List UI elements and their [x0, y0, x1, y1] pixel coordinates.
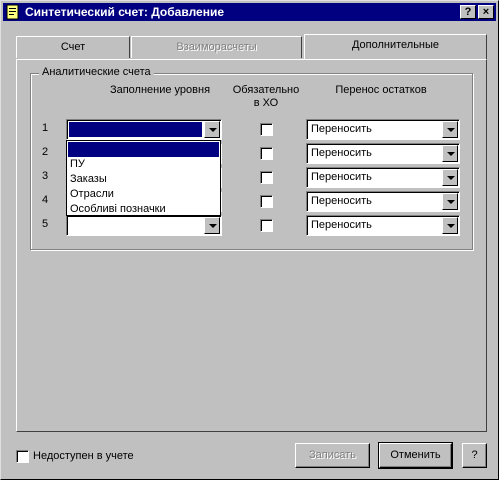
row-number: 1: [42, 122, 49, 134]
dropdown-option[interactable]: [68, 142, 219, 157]
dropdown-option[interactable]: Заказы: [68, 172, 219, 187]
chevron-down-icon[interactable]: [442, 193, 458, 210]
dropdown-option[interactable]: Особливі позначки: [68, 202, 219, 217]
level-dropdown-list: ПУ Заказы Отрасли Особливі позначки: [66, 140, 221, 216]
analytic-accounts-group: Аналитические счета Заполнение уровня Об…: [30, 66, 473, 250]
carry-combo[interactable]: Переносить: [306, 215, 460, 236]
unavailable-checkbox[interactable]: [16, 450, 29, 463]
carry-combo-value: Переносить: [311, 219, 372, 231]
level-combo[interactable]: [66, 119, 222, 140]
carry-combo[interactable]: Переносить: [306, 191, 460, 212]
header-carry-over: Перенос остатков: [335, 84, 427, 96]
mandatory-checkbox[interactable]: [260, 147, 273, 160]
mandatory-checkbox[interactable]: [260, 219, 273, 232]
carry-combo[interactable]: Переносить: [306, 119, 460, 140]
app-icon: [6, 4, 19, 20]
tab-account[interactable]: Счет: [16, 36, 130, 58]
mandatory-checkbox[interactable]: [260, 123, 273, 136]
carry-combo-value: Переносить: [311, 195, 372, 207]
tab-account-label: Счет: [60, 41, 86, 53]
tab-additional[interactable]: Дополнительные: [304, 34, 487, 59]
help-icon[interactable]: ?: [460, 5, 476, 19]
group-label: Аналитические счета: [39, 66, 154, 78]
chevron-down-icon[interactable]: [442, 121, 458, 138]
chevron-down-icon[interactable]: [442, 145, 458, 162]
level-combo[interactable]: [66, 215, 222, 236]
carry-combo-value: Переносить: [311, 171, 372, 183]
cancel-button[interactable]: Отменить: [378, 442, 453, 469]
chevron-down-icon[interactable]: [442, 217, 458, 234]
row-number: 5: [42, 218, 49, 230]
carry-combo[interactable]: Переносить: [306, 143, 460, 164]
chevron-down-icon[interactable]: [204, 121, 220, 138]
unavailable-label: Недоступен в учете: [33, 450, 134, 462]
close-icon[interactable]: ×: [478, 5, 494, 19]
tab-additional-label: Дополнительные: [351, 39, 440, 51]
dialog-window: Синтетический счет: Добавление ? × Счет …: [0, 0, 499, 480]
tab-settlements-label: Взаиморасчеты: [176, 41, 257, 53]
header-fill-level: Заполнение уровня: [109, 84, 211, 96]
mandatory-checkbox[interactable]: [260, 195, 273, 208]
mandatory-checkbox[interactable]: [260, 171, 273, 184]
save-button[interactable]: Записать: [295, 443, 370, 468]
chevron-down-icon[interactable]: [204, 217, 220, 234]
title-bar[interactable]: Синтетический счет: Добавление ? ×: [3, 3, 496, 21]
window-title: Синтетический счет: Добавление: [25, 5, 225, 19]
row-number: 3: [42, 170, 49, 182]
dropdown-option[interactable]: Отрасли: [68, 187, 219, 202]
tab-panel: Аналитические счета Заполнение уровня Об…: [16, 59, 487, 432]
header-mandatory: Обязательно в ХО: [232, 84, 300, 109]
row-number: 4: [42, 194, 49, 206]
chevron-down-icon[interactable]: [442, 169, 458, 186]
carry-combo[interactable]: Переносить: [306, 167, 460, 188]
carry-combo-value: Переносить: [311, 147, 372, 159]
row-number: 2: [42, 146, 49, 158]
carry-combo-value: Переносить: [311, 123, 372, 135]
help-button[interactable]: ?: [462, 443, 487, 468]
dropdown-option[interactable]: ПУ: [68, 157, 219, 172]
level-combo-selection: [69, 122, 202, 137]
tab-settlements[interactable]: Взаиморасчеты: [131, 36, 302, 58]
